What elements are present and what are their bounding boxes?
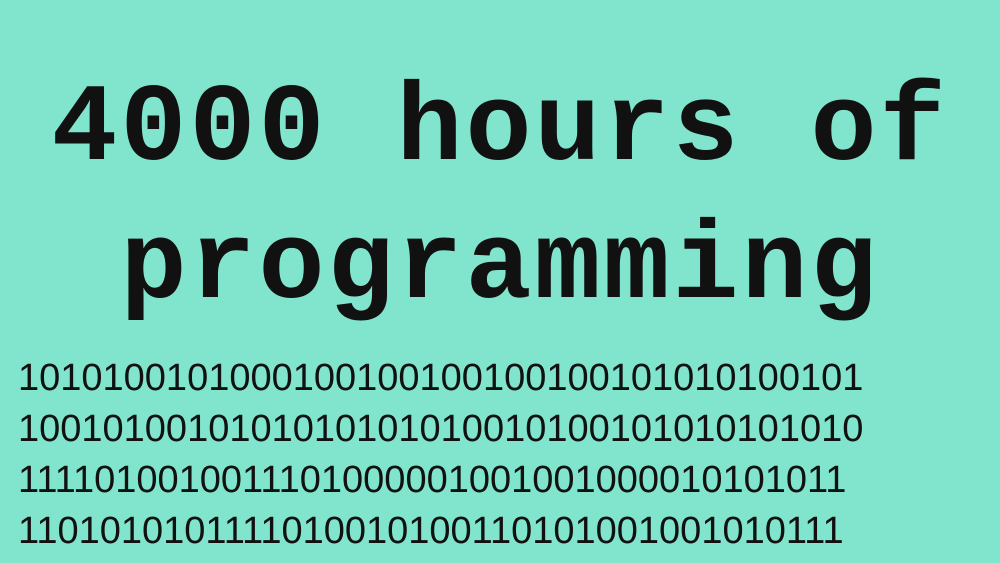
thumbnail-canvas: 4000 hours of programming 10101001010001… [0,0,1000,563]
binary-text-block: 1010100101000100100100100100101010100101… [18,353,1000,557]
headline-line-2: programming [120,206,880,331]
binary-row-3: 1111010010011101000001001001000010101011 [18,459,847,501]
headline-line-1: 4000 hours of [51,68,949,193]
binary-row-2: 1001010010101010101010010100101010101010 [18,408,864,450]
binary-row-1: 1010100101000100100100100100101010100101 [18,357,864,399]
binary-row-4: 1101010101111010010100110101001001010111 [18,510,844,552]
